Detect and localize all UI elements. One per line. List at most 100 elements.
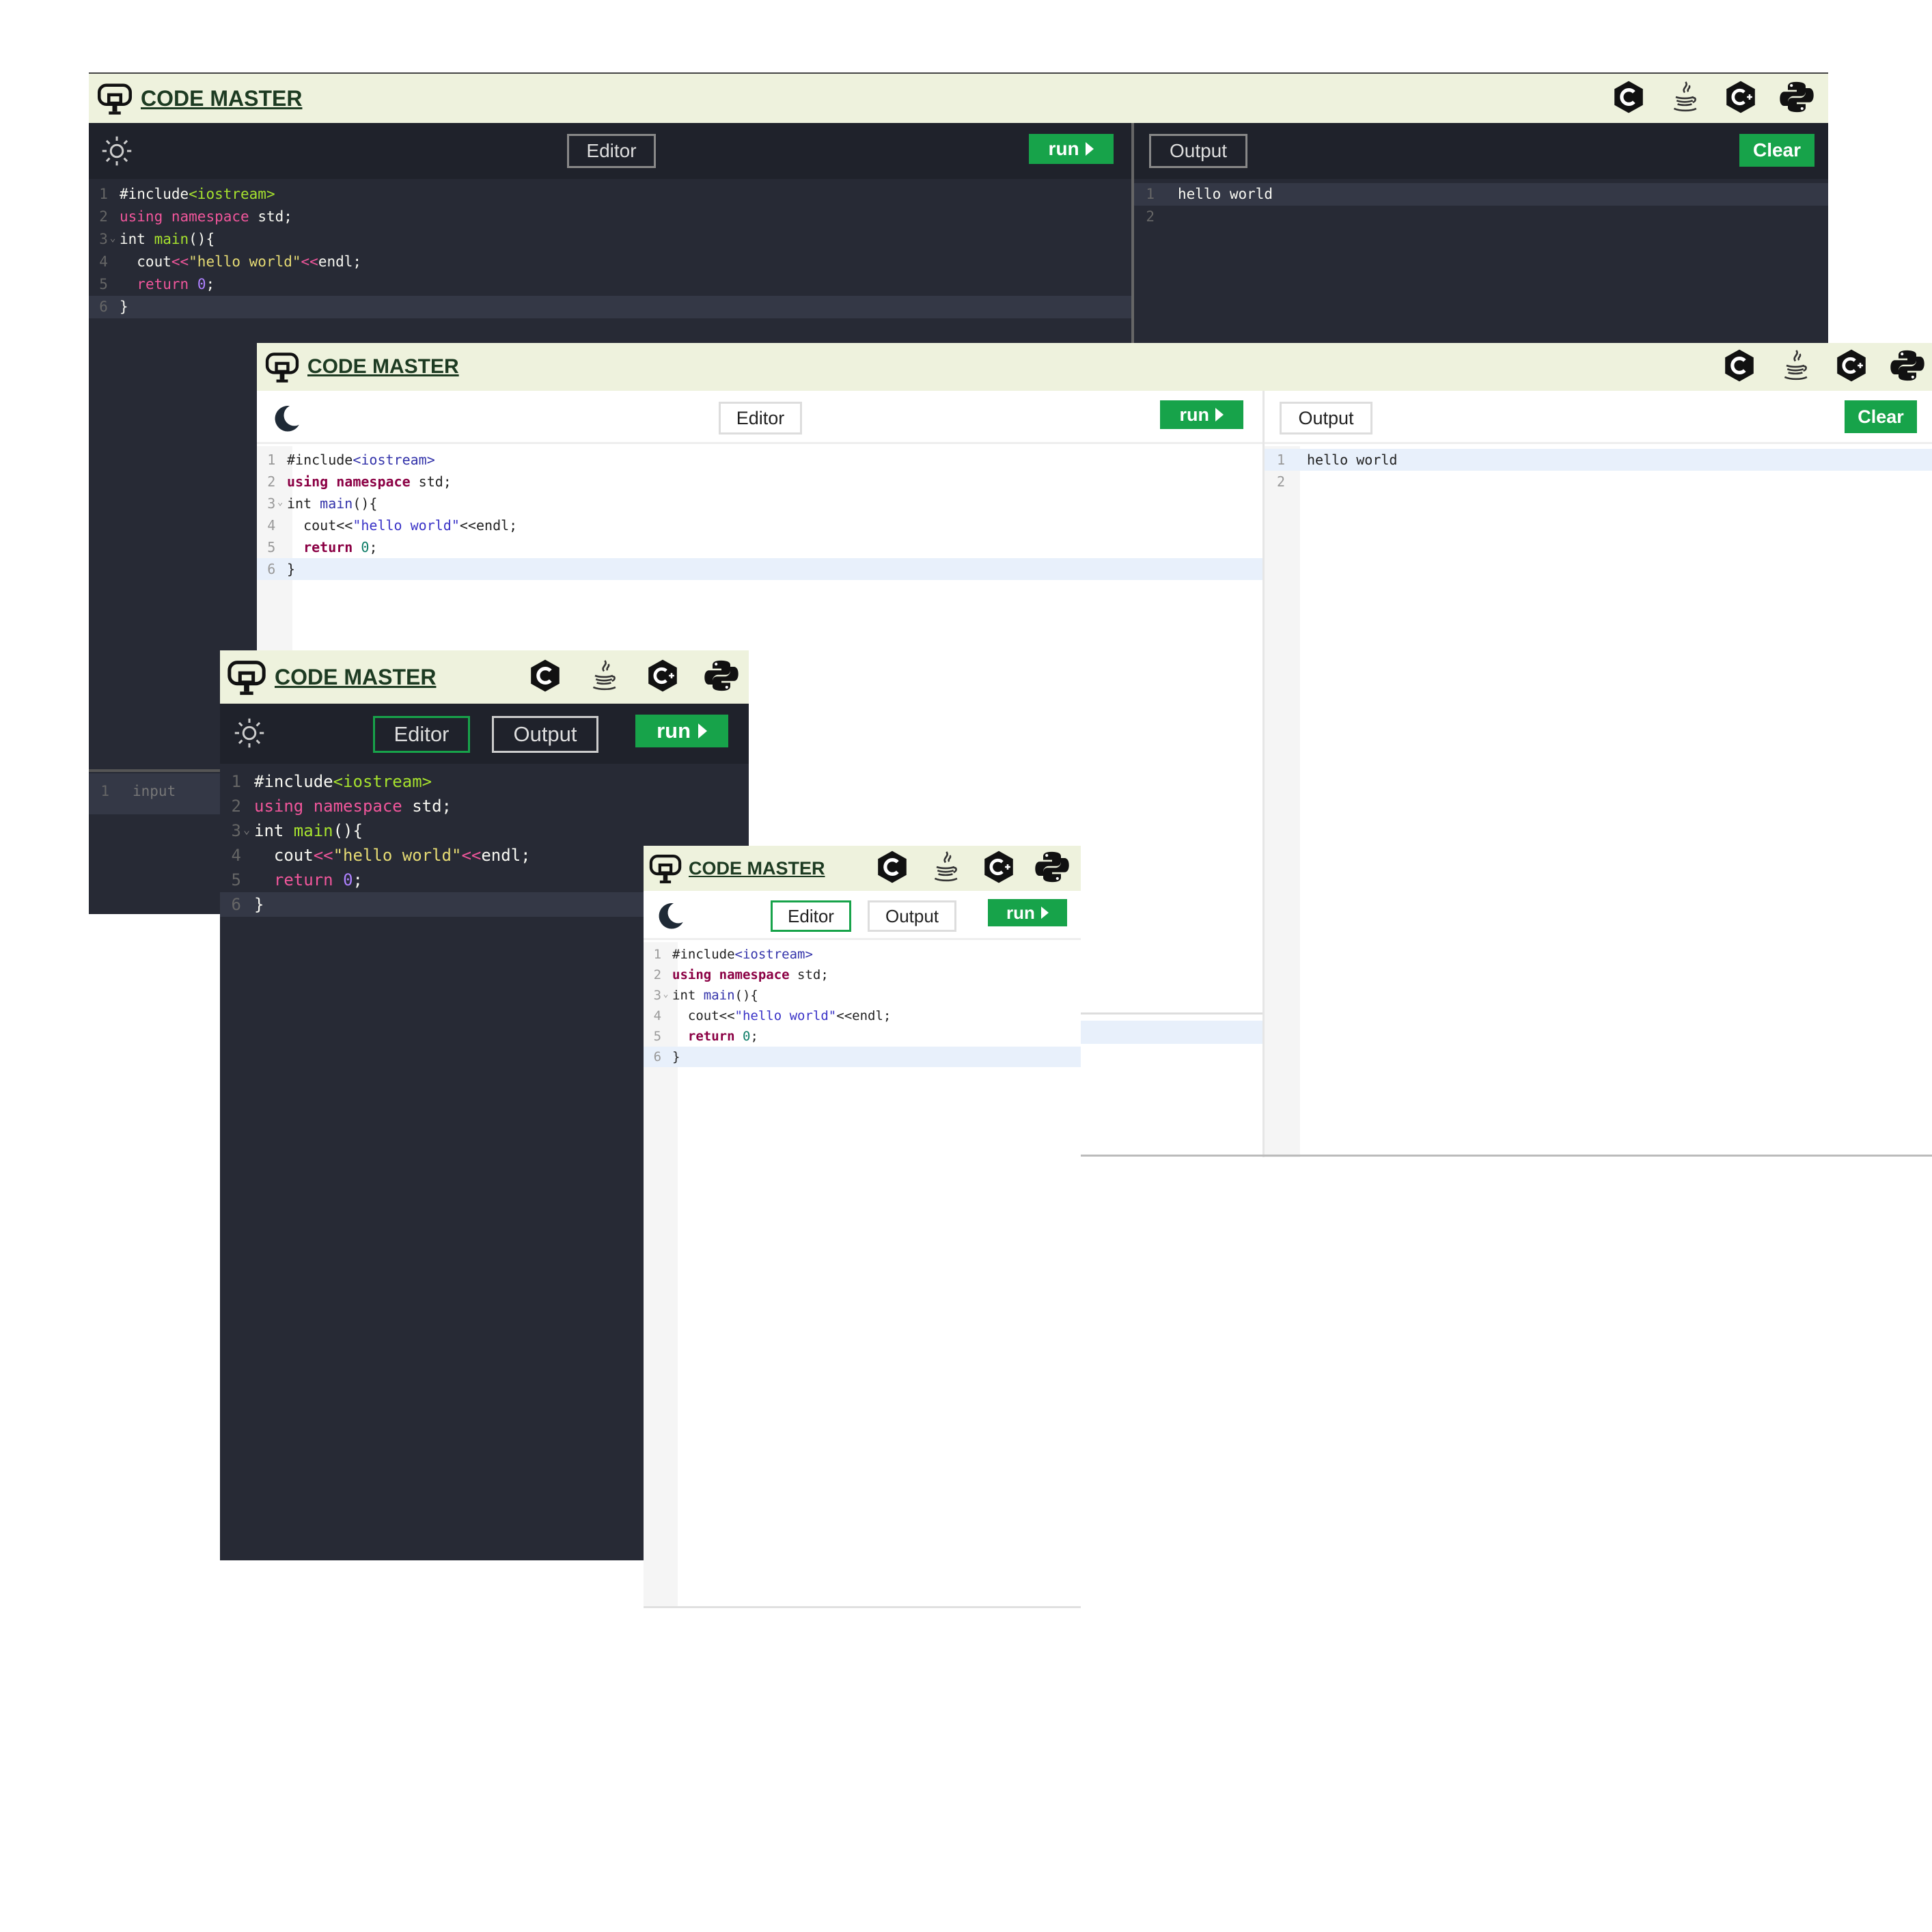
c-icon[interactable] xyxy=(1722,348,1757,387)
python-icon[interactable] xyxy=(704,658,739,697)
sun-icon[interactable] xyxy=(232,716,266,754)
code-line: return 0; xyxy=(672,1029,758,1044)
java-icon[interactable] xyxy=(1667,79,1702,118)
python-icon[interactable] xyxy=(1034,849,1070,888)
input-divider xyxy=(89,769,225,772)
code-token: << xyxy=(301,253,318,270)
brand-title[interactable]: CODE MASTER xyxy=(689,858,825,879)
output-button[interactable]: Output xyxy=(1280,402,1372,434)
editor-button[interactable]: Editor xyxy=(719,402,802,434)
code-token: ; xyxy=(353,870,363,889)
moon-icon[interactable] xyxy=(269,402,303,439)
run-button[interactable]: run xyxy=(1029,134,1114,164)
code-editor[interactable]: 1 #include<iostream> 2 using namespace std;… xyxy=(644,944,1081,1081)
app-header: CODE MASTER xyxy=(220,650,749,704)
line-number: 6 xyxy=(99,299,108,315)
line-number: 5 xyxy=(267,539,276,555)
fold-marker-icon[interactable]: ⌄ xyxy=(277,497,283,508)
editor-button[interactable]: Editor xyxy=(373,716,470,753)
cpp-icon[interactable] xyxy=(981,849,1017,888)
run-label: run xyxy=(1006,902,1035,923)
cpp-icon[interactable] xyxy=(1723,79,1758,118)
python-icon[interactable] xyxy=(1890,348,1925,387)
brand-title[interactable]: CODE MASTER xyxy=(141,86,302,111)
code-token: namespace xyxy=(313,797,402,816)
code-token: #include xyxy=(254,772,333,791)
code-token: (){ xyxy=(353,495,378,512)
code-token: ; xyxy=(369,539,378,555)
editor-button[interactable]: Editor xyxy=(567,134,656,168)
line-number: 6 xyxy=(231,895,241,914)
play-icon xyxy=(1086,142,1094,156)
run-button[interactable]: run xyxy=(635,715,728,747)
code-token: ; xyxy=(206,276,215,292)
logo[interactable]: CODE MASTER xyxy=(648,851,825,886)
code-token: ; xyxy=(750,1028,758,1044)
logo[interactable]: CODE MASTER xyxy=(264,348,459,385)
code-line: int main(){ xyxy=(287,495,377,512)
c-icon[interactable] xyxy=(1611,79,1646,118)
output-button[interactable]: Output xyxy=(1149,134,1247,168)
c-icon[interactable] xyxy=(527,658,563,697)
code-token: std; xyxy=(789,967,829,982)
code-line: } xyxy=(672,1049,680,1064)
code-line: using namespace std; xyxy=(287,473,452,490)
editor-button[interactable]: Editor xyxy=(771,900,851,932)
code-token: using xyxy=(120,208,163,225)
code-token: } xyxy=(254,895,264,914)
output-button[interactable]: Output xyxy=(868,900,956,932)
c-icon[interactable] xyxy=(874,849,910,888)
logo-monitor-icon xyxy=(227,661,266,695)
code-token: main xyxy=(703,987,735,1003)
java-icon[interactable] xyxy=(586,658,622,697)
clear-button[interactable]: Clear xyxy=(1739,134,1814,167)
input-area[interactable]: 1 input xyxy=(89,773,225,814)
python-icon[interactable] xyxy=(1779,79,1814,118)
run-button[interactable]: run xyxy=(1160,400,1243,429)
clear-button[interactable]: Clear xyxy=(1845,400,1917,433)
cpp-icon[interactable] xyxy=(645,658,680,697)
cpp-icon[interactable] xyxy=(1834,348,1869,387)
code-line: #include<iostream> xyxy=(287,452,435,468)
logo[interactable]: CODE MASTER xyxy=(96,79,302,118)
code-token: 0 xyxy=(343,870,353,889)
code-line: cout<<"hello world"<<endl; xyxy=(672,1008,891,1023)
logo[interactable]: CODE MASTER xyxy=(225,656,436,698)
code-editor[interactable]: 1 #include<iostream> 2 using namespace std;… xyxy=(257,449,1262,667)
code-token: <iostream> xyxy=(333,772,432,791)
code-token: return xyxy=(303,539,353,555)
sun-icon[interactable] xyxy=(100,134,134,171)
brand-title[interactable]: CODE MASTER xyxy=(307,355,459,378)
fold-marker-icon[interactable]: ⌄ xyxy=(663,989,669,999)
java-icon[interactable] xyxy=(1778,348,1813,387)
fold-marker-icon[interactable]: ⌄ xyxy=(110,232,116,244)
fold-marker-icon[interactable]: ⌄ xyxy=(243,823,250,836)
java-icon[interactable] xyxy=(928,849,963,888)
output-toolbar: Output Clear xyxy=(1265,391,1932,444)
output-gutter xyxy=(1265,446,1300,1157)
line-number: 5 xyxy=(653,1028,662,1044)
run-button[interactable]: run xyxy=(988,899,1067,926)
play-icon xyxy=(1215,408,1224,422)
code-token: namespace xyxy=(171,208,249,225)
editor-toolbar: Editor run xyxy=(257,391,1262,444)
output-console: 1 hello world 2 xyxy=(1134,183,1828,251)
window-mobile-light: CODE MASTER Editor Output run 1 #include<… xyxy=(644,846,1081,1608)
code-line: #include<iostream> xyxy=(254,772,432,791)
code-token: std; xyxy=(249,208,292,225)
code-line: int main(){ xyxy=(254,821,363,840)
moon-icon[interactable] xyxy=(653,899,687,937)
code-token: endl; xyxy=(475,517,518,534)
output-console: 1 hello world 2 xyxy=(1265,449,1932,510)
brand-title[interactable]: CODE MASTER xyxy=(275,665,436,690)
line-number: 3 xyxy=(231,821,241,840)
line-number: 1 xyxy=(231,772,241,791)
output-button[interactable]: Output xyxy=(492,716,598,753)
code-token: "hello world" xyxy=(353,517,460,534)
